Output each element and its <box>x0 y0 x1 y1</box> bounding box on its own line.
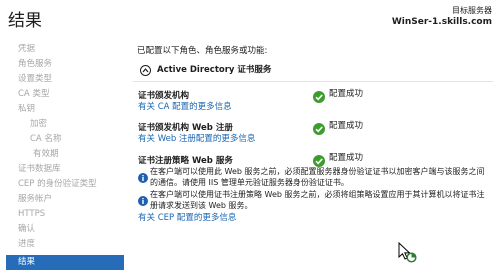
nav-item-ca-name[interactable]: CA 名称 <box>0 132 124 147</box>
success-check-icon <box>313 120 325 135</box>
nav-item-private-key[interactable]: 私钥 <box>0 102 124 117</box>
info-note: 在客户端可以使用证书注册策略 Web 服务之前，必须将组策略设置应用于其计算机以… <box>150 190 485 210</box>
nav-item-confirmation[interactable]: 确认 <box>0 222 124 237</box>
status-text: 配置成功 <box>329 89 364 99</box>
target-server-label: 目标服务器 <box>452 6 492 15</box>
nav-item-cep-auth-type[interactable]: CEP 的身份验证类型 <box>0 177 124 192</box>
success-check-icon <box>313 152 325 167</box>
info-note: 在客户端可以使用此 Web 服务之前，必须配置服务器身份验证证书以加密客户端与该… <box>150 167 485 187</box>
collapse-icon[interactable] <box>140 65 151 76</box>
nav-item-setup-type[interactable]: 设置类型 <box>0 72 124 87</box>
page-title: 结果 <box>8 11 42 31</box>
cep-config-link[interactable]: 有关 CEP 配置的更多信息 <box>138 211 236 223</box>
ca-config-link[interactable]: 有关 CA 配置的更多信息 <box>138 100 232 112</box>
nav-item-certificate-database[interactable]: 证书数据库 <box>0 162 124 177</box>
section-header[interactable]: Active Directory 证书服务 <box>137 65 492 77</box>
nav-item-role-services[interactable]: 角色服务 <box>0 57 124 72</box>
nav-item-credentials[interactable]: 凭据 <box>0 42 124 57</box>
nav-item-service-account[interactable]: 服务帐户 <box>0 192 124 207</box>
nav-item-validity-period[interactable]: 有效期 <box>0 147 124 162</box>
nav-item-cryptography[interactable]: 加密 <box>0 117 124 132</box>
web-enrollment-config-link[interactable]: 有关 Web 注册配置的更多信息 <box>138 132 255 144</box>
success-check-icon <box>313 88 325 103</box>
status-text: 配置成功 <box>329 153 364 163</box>
info-icon <box>138 191 148 206</box>
results-description: 已配置以下角色、角色服务或功能: <box>137 46 268 56</box>
nav-item-results[interactable]: 结果 <box>6 255 124 270</box>
status-text: 配置成功 <box>329 121 364 131</box>
nav-item-ca-type[interactable]: CA 类型 <box>0 87 124 102</box>
busy-cursor-icon <box>397 241 419 264</box>
target-server-name: WinSer-1.skills.com <box>391 17 492 27</box>
wizard-nav: 凭据 角色服务 设置类型 CA 类型 私钥 加密 CA 名称 有效期 证书数据库… <box>0 42 124 252</box>
info-icon <box>138 168 148 183</box>
nav-item-https[interactable]: HTTPS <box>0 207 124 222</box>
section-title: Active Directory 证书服务 <box>157 65 272 75</box>
role-name: 证书注册策略 Web 服务 <box>138 156 233 166</box>
nav-item-progress[interactable]: 进度 <box>0 237 124 252</box>
section-divider <box>133 81 493 82</box>
